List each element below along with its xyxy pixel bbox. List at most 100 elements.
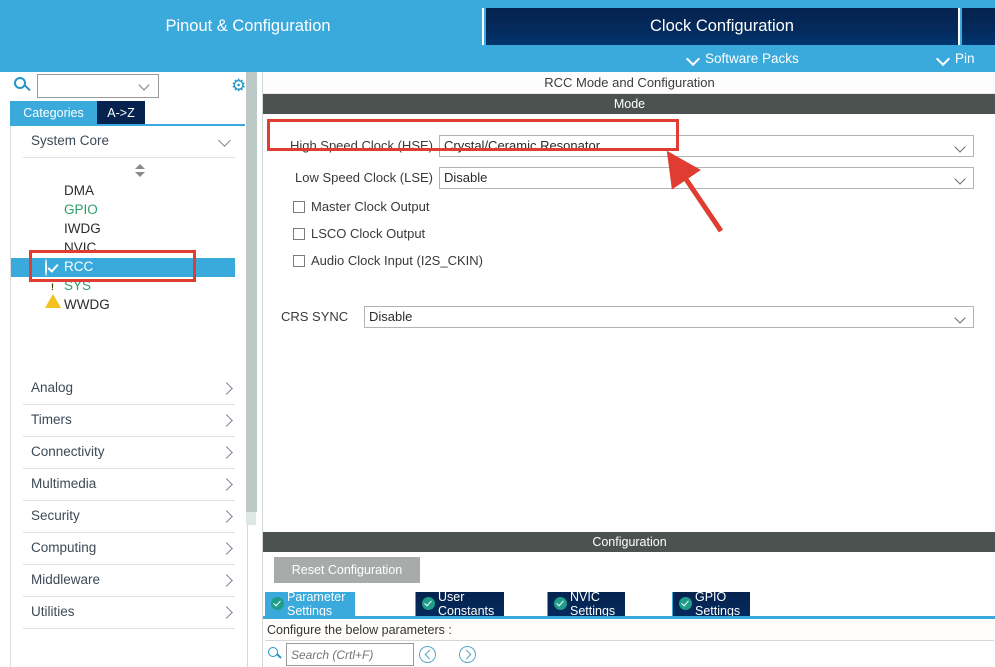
crs-sync-select[interactable]: Disable bbox=[364, 306, 974, 328]
category-group-connectivity[interactable]: Connectivity bbox=[11, 437, 247, 469]
hse-value: Crystal/Ceramic Resonator bbox=[444, 138, 601, 153]
chevron-right-icon bbox=[220, 607, 231, 618]
chevron-right-icon bbox=[220, 575, 231, 586]
parameter-search-row bbox=[263, 642, 995, 667]
search-icon bbox=[14, 77, 31, 94]
category-group-label: Timers bbox=[31, 412, 72, 427]
peripheral-item-iwdg[interactable]: IWDG bbox=[11, 220, 235, 239]
tab-label: Parameter Settings bbox=[287, 590, 346, 618]
divider bbox=[23, 628, 235, 629]
checkbox-label: Master Clock Output bbox=[311, 199, 430, 214]
peripheral-item-rcc[interactable]: RCC bbox=[11, 258, 235, 277]
peripheral-label: GPIO bbox=[64, 202, 98, 217]
category-group-label: Security bbox=[31, 508, 80, 523]
peripheral-label: IWDG bbox=[64, 221, 101, 236]
category-group-label: Utilities bbox=[31, 604, 75, 619]
category-group-label: Computing bbox=[31, 540, 97, 555]
peripheral-item-gpio[interactable]: GPIO bbox=[11, 201, 235, 220]
chevron-down-icon bbox=[938, 53, 949, 64]
search-icon bbox=[268, 647, 283, 662]
lse-label: Low Speed Clock (LSE) bbox=[294, 170, 433, 185]
peripheral-item-nvic[interactable]: NVIC bbox=[11, 239, 235, 258]
category-group-computing[interactable]: Computing bbox=[11, 533, 247, 565]
checkbox-icon[interactable] bbox=[293, 228, 305, 240]
configuration-section-body: Reset Configuration Parameter Settings U… bbox=[263, 552, 995, 667]
pin-menu[interactable]: Pin bbox=[938, 45, 975, 72]
categories-sidebar: ⚙ Categories A->Z System Core DMA GPIO I… bbox=[0, 72, 248, 667]
peripheral-label: NVIC bbox=[64, 240, 97, 255]
chevron-down-icon bbox=[956, 143, 965, 152]
divider bbox=[23, 157, 235, 158]
checkbox-label: LSCO Clock Output bbox=[311, 226, 426, 241]
lse-select[interactable]: Disable bbox=[439, 167, 974, 189]
warning-triangle-icon bbox=[45, 279, 61, 308]
peripheral-label: RCC bbox=[64, 259, 94, 274]
tab-clock-configuration[interactable]: Clock Configuration bbox=[486, 8, 960, 45]
category-group-multimedia[interactable]: Multimedia bbox=[11, 469, 247, 501]
category-group-system-core[interactable]: System Core bbox=[11, 126, 247, 158]
chevron-down-icon[interactable] bbox=[140, 81, 149, 90]
tab-user-constants[interactable]: User Constants bbox=[415, 590, 505, 618]
check-circle-icon bbox=[679, 597, 692, 610]
hse-label: High Speed Clock (HSE) bbox=[289, 138, 433, 153]
sort-order-icon[interactable] bbox=[133, 164, 147, 180]
peripheral-item-dma[interactable]: DMA bbox=[11, 182, 235, 201]
tab-label: User Constants bbox=[438, 590, 495, 618]
sidebar-scrollbar[interactable] bbox=[245, 72, 257, 525]
crs-sync-value: Disable bbox=[369, 309, 413, 324]
tab-label: GPIO Settings bbox=[695, 590, 741, 618]
peripheral-label: SYS bbox=[64, 278, 92, 293]
check-circle-icon bbox=[45, 259, 61, 276]
checkbox-icon[interactable] bbox=[293, 255, 305, 267]
chevron-down-icon bbox=[220, 136, 231, 147]
checkbox-icon[interactable] bbox=[293, 201, 305, 213]
chevron-left-circle-icon[interactable] bbox=[419, 646, 436, 663]
page-title: RCC Mode and Configuration bbox=[263, 72, 995, 94]
tab-parameter-settings[interactable]: Parameter Settings bbox=[265, 590, 356, 618]
tab-categories[interactable]: Categories bbox=[10, 101, 97, 124]
category-group-label: Multimedia bbox=[31, 476, 97, 491]
software-packs-label: Software Packs bbox=[705, 51, 799, 66]
category-group-label: System Core bbox=[31, 133, 110, 148]
peripheral-item-sys[interactable]: SYS bbox=[11, 277, 235, 308]
category-group-middleware[interactable]: Middleware bbox=[11, 565, 247, 597]
chevron-down-icon bbox=[956, 314, 965, 323]
sub-link-bar: Software Packs Pin bbox=[0, 45, 995, 72]
sidebar-search-row: ⚙ bbox=[0, 72, 248, 100]
chevron-right-icon bbox=[220, 479, 231, 490]
chevron-right-icon bbox=[220, 543, 231, 554]
peripheral-label: DMA bbox=[64, 183, 94, 198]
category-group-analog[interactable]: Analog bbox=[11, 373, 247, 405]
category-group-timers[interactable]: Timers bbox=[11, 405, 247, 437]
scrollbar-thumb[interactable] bbox=[246, 72, 257, 512]
chevron-right-circle-icon[interactable] bbox=[459, 646, 476, 663]
crs-sync-label: CRS SYNC bbox=[281, 309, 349, 324]
chevron-down-icon bbox=[688, 53, 699, 64]
chevron-right-icon bbox=[220, 415, 231, 426]
check-circle-icon bbox=[554, 597, 567, 610]
category-tree: System Core DMA GPIO IWDG NVIC RCC ! SYS… bbox=[10, 126, 248, 667]
check-circle-icon bbox=[422, 597, 435, 610]
tab-overflow[interactable] bbox=[962, 8, 995, 45]
lse-value: Disable bbox=[444, 170, 488, 185]
category-group-security[interactable]: Security bbox=[11, 501, 247, 533]
configuration-tabs-underline bbox=[263, 616, 995, 619]
parameter-search-input[interactable] bbox=[286, 643, 414, 666]
category-group-label: Connectivity bbox=[31, 444, 105, 459]
tab-pinout-configuration[interactable]: Pinout & Configuration bbox=[14, 8, 484, 45]
tab-nvic-settings[interactable]: NVIC Settings bbox=[547, 590, 626, 618]
tab-gpio-settings[interactable]: GPIO Settings bbox=[672, 590, 751, 618]
peripheral-item-wwdg[interactable]: WWDG bbox=[11, 296, 235, 315]
mode-section-header: Mode bbox=[263, 94, 995, 114]
check-circle-icon bbox=[271, 597, 284, 610]
top-tab-bar: Pinout & Configuration Clock Configurati… bbox=[0, 0, 995, 72]
reset-configuration-button[interactable]: Reset Configuration bbox=[274, 557, 420, 583]
hse-select[interactable]: Crystal/Ceramic Resonator bbox=[439, 135, 974, 157]
category-group-label: Middleware bbox=[31, 572, 101, 587]
tab-a-to-z[interactable]: A->Z bbox=[97, 101, 145, 124]
category-group-utilities[interactable]: Utilities bbox=[11, 597, 247, 629]
tab-label: NVIC Settings bbox=[570, 590, 616, 618]
mode-section-body: High Speed Clock (HSE) Crystal/Ceramic R… bbox=[263, 114, 995, 532]
software-packs-menu[interactable]: Software Packs bbox=[688, 45, 799, 72]
chevron-right-icon bbox=[220, 447, 231, 458]
